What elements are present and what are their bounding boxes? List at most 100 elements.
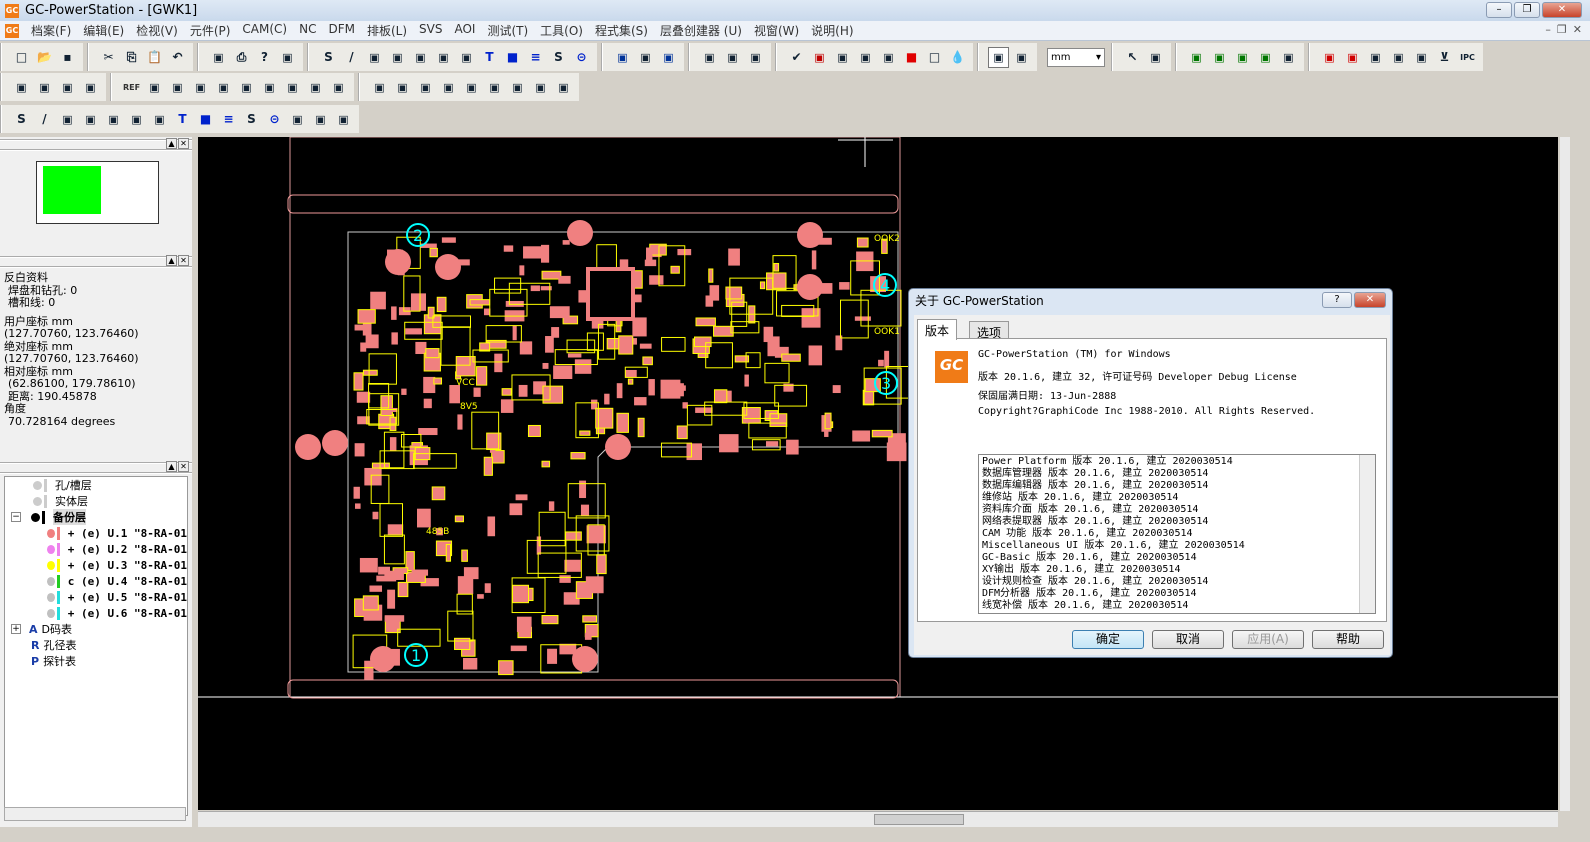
drop-icon[interactable]: 💧 [947, 47, 968, 68]
list-scrollbar[interactable] [1359, 455, 1375, 613]
tree-layer-item[interactable]: + (e) U.1 "8-RA-01 [5, 525, 187, 541]
collapse-button[interactable]: ▲ [166, 461, 177, 472]
help-icon[interactable]: ? [254, 47, 275, 68]
component-list-item[interactable]: CAM 功能 版本 20.1.6, 建立 2020030514 [982, 528, 1372, 540]
f7-icon[interactable]: ▣ [507, 77, 528, 98]
print-icon[interactable]: ⎙ [231, 47, 252, 68]
tree-horizontal-scrollbar[interactable] [4, 807, 186, 821]
component-list-item[interactable]: XY输出 版本 20.1.6, 建立 2020030514 [982, 564, 1372, 576]
component-list-item[interactable]: 数据库管理器 版本 20.1.6, 建立 2020030514 [982, 468, 1372, 480]
component-list-item[interactable]: DFM分析器 版本 20.1.6, 建立 2020030514 [982, 588, 1372, 600]
p4-icon[interactable]: ▣ [213, 77, 234, 98]
menu-item[interactable]: 工具(O) [534, 22, 589, 39]
f5-icon[interactable]: ▣ [461, 77, 482, 98]
tree-layer-item[interactable]: c (e) U.4 "8-RA-01 [5, 573, 187, 589]
copy-icon[interactable]: ⎘ [121, 47, 142, 68]
tree-holes-layer[interactable]: 孔/槽层 [5, 477, 187, 493]
close-panel-button[interactable]: ✕ [178, 138, 189, 149]
menu-item[interactable]: 排板(L) [361, 22, 413, 39]
r2-icon[interactable]: ▣ [1342, 47, 1363, 68]
pencil-icon[interactable]: ▣ [333, 109, 354, 130]
mdi-restore-button[interactable]: ❐ [1557, 23, 1567, 36]
ref-icon[interactable]: REF [121, 77, 142, 98]
scroll-thumb[interactable] [874, 814, 964, 825]
component-list[interactable]: Power Platform 版本 20.1.6, 建立 2020030514 数… [978, 454, 1376, 614]
menu-item[interactable]: 层叠创建器 (U) [654, 22, 748, 39]
net-icon[interactable]: ▣ [832, 47, 853, 68]
f8-icon[interactable]: ▣ [530, 77, 551, 98]
p2-icon[interactable]: ▣ [167, 77, 188, 98]
canvas-horizontal-scrollbar[interactable] [198, 811, 1558, 827]
view1-icon[interactable]: ▣ [612, 47, 633, 68]
tree-dcode[interactable]: + A D码表 [5, 621, 187, 637]
p7-icon[interactable]: ▣ [282, 77, 303, 98]
zoom-in-icon[interactable]: ▣ [722, 47, 743, 68]
pad-icon[interactable]: ▣ [364, 47, 385, 68]
check-icon[interactable]: ✔ [786, 47, 807, 68]
component-list-item[interactable]: Power Platform 版本 20.1.6, 建立 2020030514 [982, 456, 1372, 468]
p9-icon[interactable]: ▣ [328, 77, 349, 98]
r1-icon[interactable]: ▣ [1319, 47, 1340, 68]
edit-icon[interactable]: ▣ [1145, 47, 1166, 68]
close-button[interactable]: ✕ [1542, 2, 1582, 18]
chip-icon[interactable]: ▣ [1232, 47, 1253, 68]
sel-grid-icon[interactable]: ▣ [57, 77, 78, 98]
tree-layer-item[interactable]: + (e) U.3 "8-RA-01 [5, 557, 187, 573]
ok-button[interactable]: 确定 [1072, 630, 1144, 649]
board-preview[interactable] [36, 161, 159, 224]
open-icon[interactable]: 📂 [34, 47, 55, 68]
sel-arrow-icon[interactable]: ▣ [80, 77, 101, 98]
f3-icon[interactable]: ▣ [415, 77, 436, 98]
layer2-icon[interactable]: ▣ [878, 47, 899, 68]
collapse-button[interactable]: ▲ [166, 255, 177, 266]
doc-logo-icon[interactable]: GC [5, 23, 19, 38]
component-list-item[interactable]: 数据库编辑器 版本 20.1.6, 建立 2020030514 [982, 480, 1372, 492]
s-icon[interactable]: S [11, 109, 32, 130]
f9-icon[interactable]: ▣ [553, 77, 574, 98]
component-list-item[interactable]: Miscellaneous UI 版本 20.1.6, 建立 202003051… [982, 540, 1372, 552]
tab-version[interactable]: 版本 [917, 319, 958, 340]
drc-icon[interactable]: ▣ [809, 47, 830, 68]
menu-item[interactable]: NC [293, 22, 322, 39]
view2-icon[interactable]: ▣ [635, 47, 656, 68]
menu-item[interactable]: CAM(C) [236, 22, 293, 39]
dialog-help-button[interactable]: ? [1322, 292, 1352, 308]
comp-icon[interactable]: ▣ [1255, 47, 1276, 68]
print-preview-icon[interactable]: ▣ [208, 47, 229, 68]
zoom-out-icon[interactable]: ▣ [745, 47, 766, 68]
preview-panel-header[interactable]: ▲ ✕ [0, 138, 192, 151]
menu-item[interactable]: 测试(T) [481, 22, 534, 39]
p1-icon[interactable]: ▣ [144, 77, 165, 98]
circle-icon[interactable]: ⊝ [264, 109, 285, 130]
fill-icon[interactable]: ≡ [218, 109, 239, 130]
tree-layer-item[interactable]: + (e) U.2 "8-RA-01 [5, 541, 187, 557]
collapse-button[interactable]: ▲ [166, 138, 177, 149]
f1-icon[interactable]: ▣ [369, 77, 390, 98]
view3-icon[interactable]: ▣ [658, 47, 679, 68]
angle-icon[interactable]: ▣ [1011, 47, 1032, 68]
menu-item[interactable]: SVS [413, 22, 448, 39]
expand-icon[interactable]: + [11, 624, 21, 634]
new-icon[interactable]: □ [11, 47, 32, 68]
component-list-item[interactable]: 维修站 版本 20.1.6, 建立 2020030514 [982, 492, 1372, 504]
ipc-icon[interactable]: IPC [1457, 47, 1478, 68]
grid2-icon[interactable]: ▣ [1209, 47, 1230, 68]
menu-item[interactable]: 说明(H) [805, 22, 859, 39]
circle-icon[interactable]: ⊝ [571, 47, 592, 68]
close-panel-button[interactable]: ✕ [178, 255, 189, 266]
poly-icon[interactable]: ▣ [103, 109, 124, 130]
sel-f-icon[interactable]: ▣ [34, 77, 55, 98]
unit-select[interactable]: mm ▾ [1047, 47, 1105, 67]
s2-icon[interactable]: S [241, 109, 262, 130]
component-list-item[interactable]: 网络表提取器 版本 20.1.6, 建立 2020030514 [982, 516, 1372, 528]
line-icon[interactable]: / [341, 47, 362, 68]
r4-icon[interactable]: ▣ [1388, 47, 1409, 68]
component-list-item[interactable]: GC-Basic 版本 20.1.6, 建立 2020030514 [982, 552, 1372, 564]
p6-icon[interactable]: ▣ [259, 77, 280, 98]
r3-icon[interactable]: ▣ [1365, 47, 1386, 68]
close-panel-button[interactable]: ✕ [178, 461, 189, 472]
f4-icon[interactable]: ▣ [438, 77, 459, 98]
undo-icon[interactable]: ↶ [167, 47, 188, 68]
arc-icon[interactable]: ▣ [387, 47, 408, 68]
menu-item[interactable]: AOI [448, 22, 481, 39]
